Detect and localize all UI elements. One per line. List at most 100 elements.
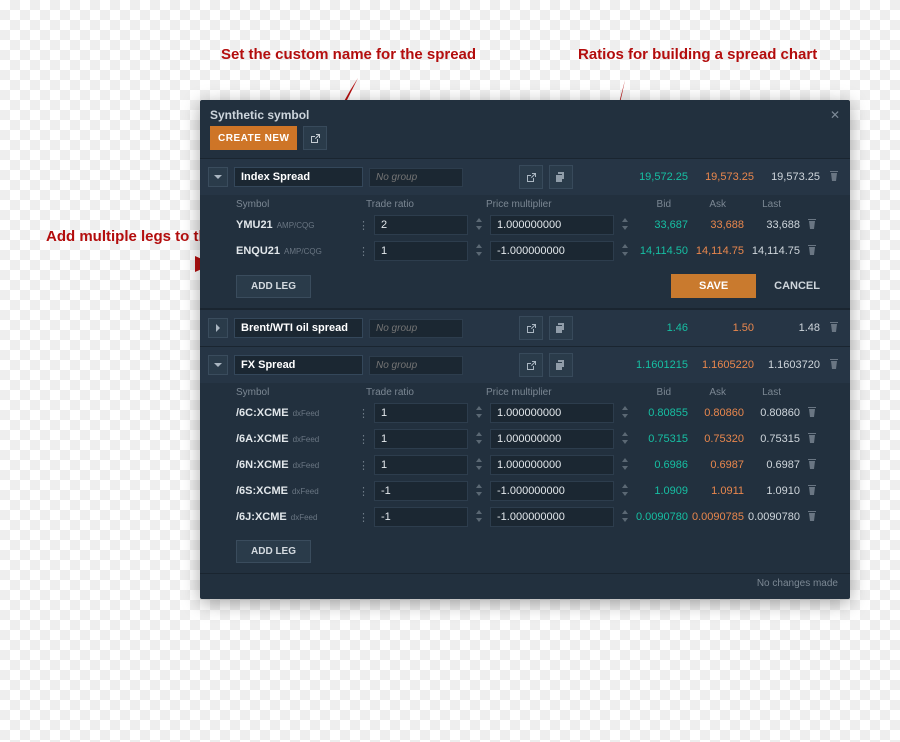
- cancel-button[interactable]: CANCEL: [756, 274, 838, 298]
- price-multiplier-input[interactable]: [490, 507, 614, 527]
- price-multiplier-input[interactable]: [490, 403, 614, 423]
- delete-leg-icon[interactable]: [804, 485, 820, 498]
- col-last: Last: [726, 387, 781, 398]
- spread-name-input[interactable]: [234, 355, 363, 375]
- delete-leg-icon[interactable]: [804, 433, 820, 446]
- trade-ratio-input[interactable]: [374, 241, 468, 261]
- delete-leg-icon[interactable]: [804, 511, 820, 524]
- price-multiplier-input[interactable]: [490, 455, 614, 475]
- leg-symbol: ENQU21AMP/CQG: [236, 245, 354, 257]
- leg-symbol: /6N:XCMEdxFeed: [236, 459, 354, 471]
- col-symbol: Symbol: [236, 387, 366, 398]
- trade-ratio-input[interactable]: [374, 215, 468, 235]
- expand-toggle-icon[interactable]: [208, 355, 228, 375]
- delete-leg-icon[interactable]: [804, 459, 820, 472]
- leg-menu-icon[interactable]: ⋮: [358, 511, 370, 524]
- copy-icon[interactable]: [549, 353, 573, 377]
- stepper-icon[interactable]: [472, 484, 486, 499]
- leg-bid: 1.0909: [636, 485, 688, 497]
- group-input[interactable]: [369, 168, 463, 187]
- spread-last: 1.48: [760, 322, 820, 334]
- spread-name-input[interactable]: [234, 167, 363, 187]
- leg-bid: 0.75315: [636, 433, 688, 445]
- col-symbol: Symbol: [236, 199, 366, 210]
- leg-symbol: /6C:XCMEdxFeed: [236, 407, 354, 419]
- no-changes-label: No changes made: [200, 574, 850, 599]
- leg-menu-icon[interactable]: ⋮: [358, 459, 370, 472]
- leg-menu-icon[interactable]: ⋮: [358, 219, 370, 232]
- copy-icon[interactable]: [549, 165, 573, 189]
- col-bid: Bid: [616, 199, 671, 210]
- col-bid: Bid: [616, 387, 671, 398]
- leg-ask: 0.80860: [692, 407, 744, 419]
- stepper-icon[interactable]: [472, 218, 486, 233]
- stepper-icon[interactable]: [618, 244, 632, 259]
- popout-icon[interactable]: [519, 316, 543, 340]
- leg-bid: 0.0090780: [636, 511, 688, 523]
- add-leg-button[interactable]: ADD LEG: [236, 540, 311, 563]
- trade-ratio-input[interactable]: [374, 455, 468, 475]
- stepper-icon[interactable]: [618, 484, 632, 499]
- group-input[interactable]: [369, 356, 463, 375]
- leg-row: /6A:XCMEdxFeed⋮0.753150.753200.75315: [200, 426, 850, 452]
- leg-ask: 0.6987: [692, 459, 744, 471]
- popout-icon[interactable]: [303, 126, 327, 150]
- delete-spread-icon[interactable]: [826, 359, 842, 372]
- stepper-icon[interactable]: [472, 510, 486, 525]
- leg-last: 0.0090780: [748, 511, 800, 523]
- add-leg-button[interactable]: ADD LEG: [236, 275, 311, 298]
- leg-row: YMU21AMP/CQG⋮33,68733,68833,688: [200, 212, 850, 238]
- delete-spread-icon[interactable]: [826, 322, 842, 335]
- leg-last: 0.6987: [748, 459, 800, 471]
- stepper-icon[interactable]: [618, 432, 632, 447]
- stepper-icon[interactable]: [472, 432, 486, 447]
- delete-spread-icon[interactable]: [826, 171, 842, 184]
- spread-header: 1.461.501.48: [200, 309, 850, 346]
- col-trade-ratio: Trade ratio: [366, 199, 486, 210]
- price-multiplier-input[interactable]: [490, 429, 614, 449]
- copy-icon[interactable]: [549, 316, 573, 340]
- trade-ratio-input[interactable]: [374, 507, 468, 527]
- expand-toggle-icon[interactable]: [208, 318, 228, 338]
- leg-bid: 0.6986: [636, 459, 688, 471]
- trade-ratio-input[interactable]: [374, 429, 468, 449]
- leg-bid: 33,687: [636, 219, 688, 231]
- col-trade-ratio: Trade ratio: [366, 387, 486, 398]
- leg-menu-icon[interactable]: ⋮: [358, 485, 370, 498]
- save-button[interactable]: SAVE: [671, 274, 756, 298]
- stepper-icon[interactable]: [618, 406, 632, 421]
- spread-last: 19,573.25: [760, 171, 820, 183]
- trade-ratio-input[interactable]: [374, 481, 468, 501]
- close-icon[interactable]: ✕: [830, 108, 840, 122]
- leg-symbol: YMU21AMP/CQG: [236, 219, 354, 231]
- stepper-icon[interactable]: [618, 218, 632, 233]
- trade-ratio-input[interactable]: [374, 403, 468, 423]
- leg-column-header: SymbolTrade ratioPrice multiplierBidAskL…: [200, 383, 850, 400]
- leg-menu-icon[interactable]: ⋮: [358, 245, 370, 258]
- delete-leg-icon[interactable]: [804, 245, 820, 258]
- stepper-icon[interactable]: [618, 510, 632, 525]
- spread-name-input[interactable]: [234, 318, 363, 338]
- stepper-icon[interactable]: [472, 244, 486, 259]
- leg-row: /6C:XCMEdxFeed⋮0.808550.808600.80860: [200, 400, 850, 426]
- spread-bid: 1.46: [628, 322, 688, 334]
- delete-leg-icon[interactable]: [804, 407, 820, 420]
- dialog-title: Synthetic symbol: [210, 108, 830, 122]
- stepper-icon[interactable]: [472, 458, 486, 473]
- stepper-icon[interactable]: [472, 406, 486, 421]
- stepper-icon[interactable]: [618, 458, 632, 473]
- leg-ask: 14,114.75: [692, 245, 744, 257]
- price-multiplier-input[interactable]: [490, 241, 614, 261]
- popout-icon[interactable]: [519, 165, 543, 189]
- leg-menu-icon[interactable]: ⋮: [358, 407, 370, 420]
- leg-last: 0.80860: [748, 407, 800, 419]
- price-multiplier-input[interactable]: [490, 215, 614, 235]
- leg-menu-icon[interactable]: ⋮: [358, 433, 370, 446]
- delete-leg-icon[interactable]: [804, 219, 820, 232]
- group-input[interactable]: [369, 319, 463, 338]
- popout-icon[interactable]: [519, 353, 543, 377]
- create-new-button[interactable]: CREATE NEW: [210, 126, 297, 150]
- spread-footer: ADD LEG: [200, 530, 850, 574]
- price-multiplier-input[interactable]: [490, 481, 614, 501]
- expand-toggle-icon[interactable]: [208, 167, 228, 187]
